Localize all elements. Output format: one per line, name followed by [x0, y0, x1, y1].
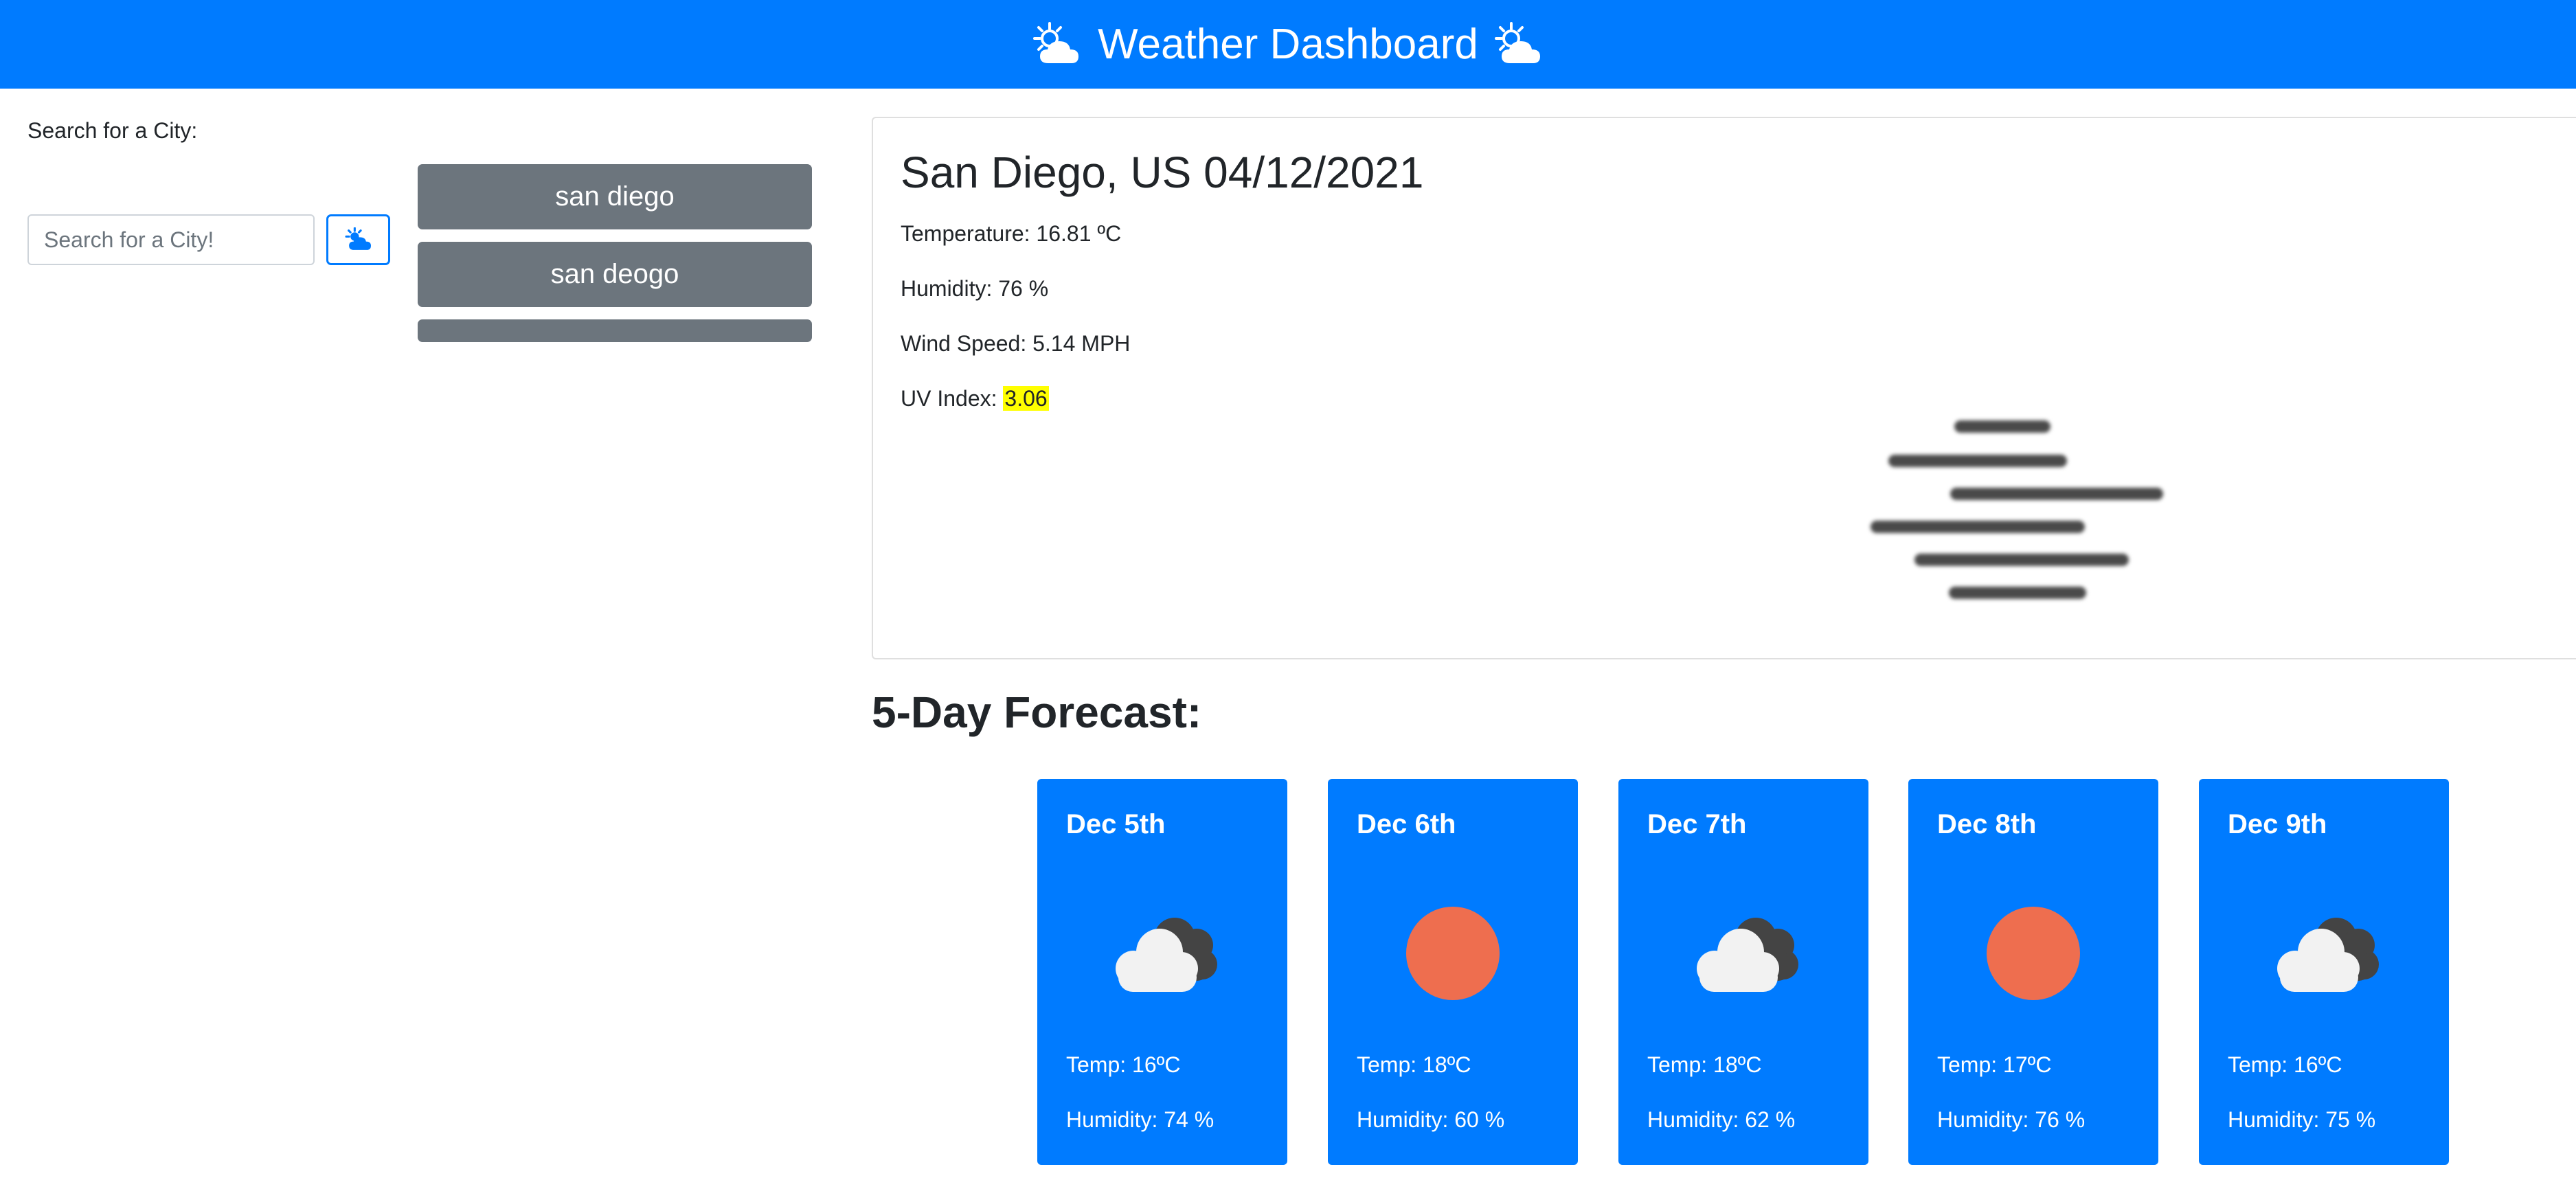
- uv-index-badge: 3.06: [1003, 386, 1049, 411]
- forecast-temp: Temp: 17ºC: [1937, 1052, 2052, 1077]
- forecast-humidity: Humidity: 76 %: [1937, 1107, 2086, 1132]
- forecast-humidity: Humidity: 62 %: [1647, 1107, 1796, 1132]
- search-button[interactable]: [326, 214, 390, 265]
- forecast-temp: Temp: 16ºC: [2228, 1052, 2342, 1077]
- forecast-temp: Temp: 18ºC: [1647, 1052, 1762, 1077]
- forecast-card: Dec 6th Temp: 18ºC Humidity: 60 %: [1328, 779, 1578, 1165]
- sun-cloud-icon: [344, 227, 371, 250]
- forecast-card: Dec 5th Temp: 16ºC Humidity: 74 %: [1037, 779, 1287, 1165]
- header-title-group: Weather Dashboard: [1029, 20, 1547, 69]
- forecast-date: Dec 8th: [1937, 809, 2037, 839]
- temperature-text: Temperature: 16.81 ºC: [901, 221, 1122, 246]
- uv-index-label: UV Index:: [901, 386, 1004, 411]
- sun-cloud-icon: [1033, 21, 1079, 63]
- forecast-heading: 5-Day Forecast:: [872, 688, 1202, 737]
- history-button[interactable]: san diego: [418, 164, 812, 229]
- search-history-list: san diego san deogo: [418, 164, 812, 354]
- broken-clouds-icon: [2277, 918, 2379, 992]
- header-bar: Weather Dashboard: [0, 0, 2576, 89]
- history-button[interactable]: [418, 319, 812, 342]
- page-title: Weather Dashboard: [1098, 21, 1478, 68]
- broken-clouds-icon: [1697, 918, 1798, 992]
- forecast-date: Dec 9th: [2228, 809, 2327, 839]
- humidity-text: Humidity: 76 %: [901, 276, 1049, 301]
- sun-cloud-icon: [1494, 21, 1540, 63]
- forecast-humidity: Humidity: 60 %: [1357, 1107, 1505, 1132]
- city-date-title: San Diego, US 04/12/2021: [901, 148, 1424, 197]
- current-weather-card: San Diego, US 04/12/2021 Temperature: 16…: [872, 117, 2576, 659]
- forecast-humidity: Humidity: 75 %: [2228, 1107, 2376, 1132]
- forecast-card: Dec 9th Temp: 16ºC Humidity: 75 %: [2199, 779, 2449, 1165]
- forecast-temp: Temp: 16ºC: [1066, 1052, 1181, 1077]
- forecast-humidity: Humidity: 74 %: [1066, 1107, 1214, 1132]
- search-label: Search for a City:: [27, 118, 198, 143]
- forecast-date: Dec 6th: [1357, 809, 1456, 839]
- clear-sun-icon: [1406, 907, 1500, 1000]
- forecast-temp: Temp: 18ºC: [1357, 1052, 1471, 1077]
- forecast-card: Dec 7th Temp: 18ºC Humidity: 62 %: [1618, 779, 1868, 1165]
- forecast-date: Dec 5th: [1066, 809, 1166, 839]
- wind-speed-text: Wind Speed: 5.14 MPH: [901, 331, 1131, 356]
- broken-clouds-icon: [1116, 918, 1217, 992]
- forecast-date: Dec 7th: [1647, 809, 1747, 839]
- forecast-card: Dec 8th Temp: 17ºC Humidity: 76 %: [1908, 779, 2158, 1165]
- uv-index-row: UV Index: 3.06: [901, 386, 1049, 411]
- search-input[interactable]: [27, 214, 315, 265]
- history-button[interactable]: san deogo: [418, 242, 812, 307]
- clear-sun-icon: [1987, 907, 2080, 1000]
